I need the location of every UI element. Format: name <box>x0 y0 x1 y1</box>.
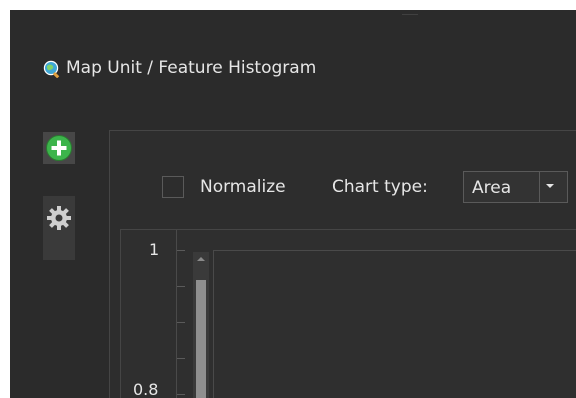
title-bar: Map Unit / Feature Histogram <box>10 10 576 130</box>
chart-type-dropdown[interactable]: Area <box>463 171 568 203</box>
add-icon <box>46 135 72 161</box>
magnifier-globe-icon <box>43 60 60 78</box>
normalize-checkbox[interactable] <box>162 176 184 198</box>
y-axis-line <box>176 230 177 398</box>
chart-type-label: Chart type: <box>332 177 428 197</box>
histogram-panel: Normalize Chart type: Area 1 0.8 <box>109 130 576 398</box>
gear-icon <box>47 206 71 230</box>
y-tick-mark <box>177 286 185 287</box>
y-tick-label: 0.8 <box>133 380 159 398</box>
vertical-scrollbar[interactable] <box>193 252 209 398</box>
y-tick-label: 1 <box>149 240 160 259</box>
y-tick-mark <box>177 250 185 251</box>
plot-top-border <box>213 250 576 251</box>
dropdown-separator <box>539 172 540 202</box>
y-tick-mark <box>177 322 185 323</box>
add-button[interactable] <box>43 132 75 164</box>
scrollbar-thumb[interactable] <box>196 280 206 398</box>
plot-left-border <box>213 250 214 398</box>
chart-toolbar: Normalize Chart type: Area <box>110 131 576 221</box>
settings-button[interactable] <box>43 196 75 260</box>
window-title: Map Unit / Feature Histogram <box>66 58 317 78</box>
y-tick-mark <box>177 394 185 395</box>
app-window: Map Unit / Feature Histogram Normalize C… <box>10 10 576 398</box>
scroll-up-arrow-icon[interactable] <box>197 257 205 261</box>
chart-type-value: Area <box>472 178 512 198</box>
normalize-label: Normalize <box>200 177 286 197</box>
chart-area: 1 0.8 <box>120 229 576 398</box>
chevron-down-icon[interactable] <box>546 184 554 188</box>
y-tick-mark <box>177 358 185 359</box>
